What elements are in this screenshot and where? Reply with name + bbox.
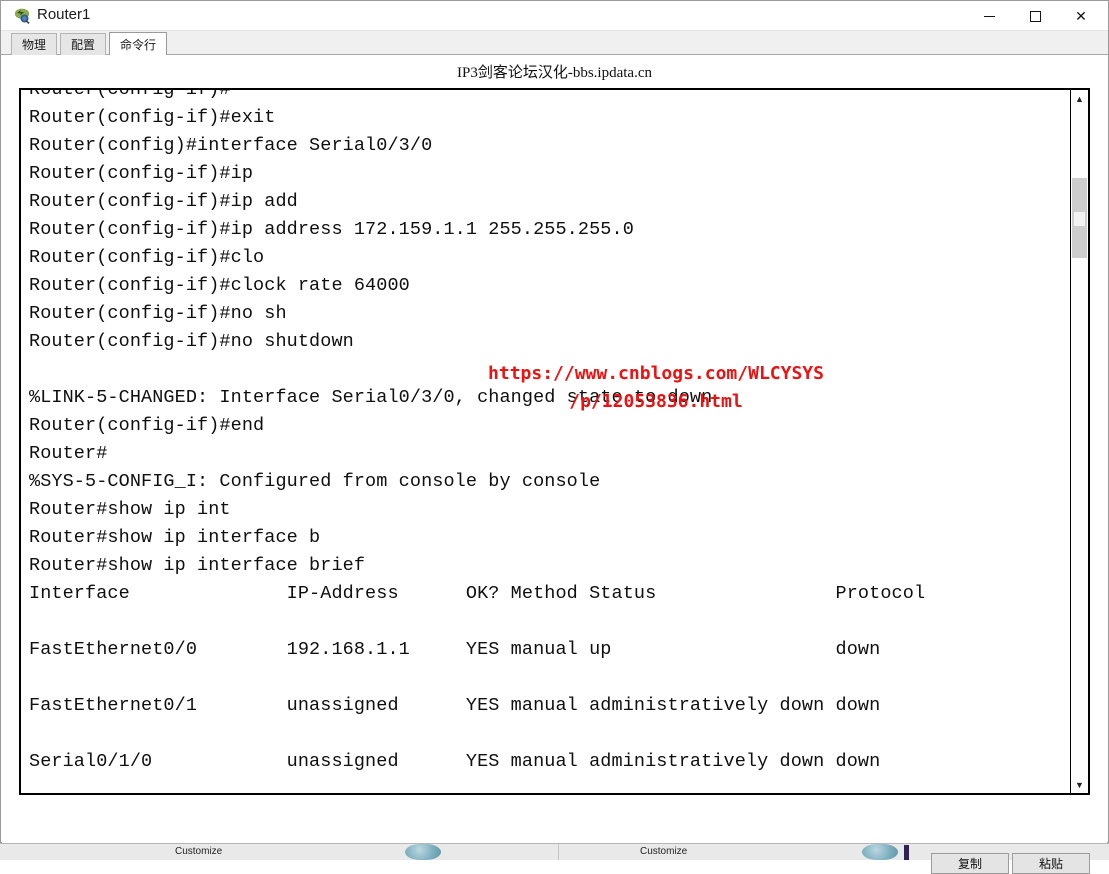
dark-divider	[904, 845, 909, 860]
terminal-line: Router(config-if)#exit	[29, 107, 276, 128]
title-bar: Router1 ✕	[1, 1, 1108, 31]
scrollbar-thumb-grip	[1074, 212, 1085, 226]
cli-heading: IP3剑客论坛汉化-bbs.ipdata.cn	[457, 65, 652, 81]
scroll-down-button[interactable]: ▼	[1071, 776, 1088, 793]
router-icon	[15, 8, 30, 24]
scroll-up-button[interactable]: ▲	[1071, 90, 1088, 107]
terminal-line: %LINK-5-CHANGED: Interface Serial0/3/0, …	[29, 387, 713, 408]
terminal-line: Router(config-if)#clo	[29, 247, 265, 268]
terminal-line: Router(config-if)#clock rate 64000	[29, 275, 410, 296]
tab-config[interactable]: 配置	[60, 33, 107, 55]
terminal-line: Interface IP-Address OK? Method Status P…	[29, 583, 926, 604]
maximize-icon	[1029, 10, 1041, 22]
customize-label-right[interactable]: Customize	[640, 846, 687, 857]
terminal-line: Router(config)#interface Serial0/3/0	[29, 135, 433, 156]
close-button[interactable]: ✕	[1058, 1, 1104, 31]
terminal-line: Serial0/1/0 unassigned YES manual admini…	[29, 751, 881, 772]
terminal-line: %SYS-5-CONFIG_I: Configured from console…	[29, 471, 601, 492]
paste-button-label: 粘贴	[1038, 857, 1063, 871]
terminal-line: Router(config-if)#end	[29, 415, 265, 436]
terminal-line: FastEthernet0/1 unassigned YES manual ad…	[29, 695, 881, 716]
copy-button-label: 复制	[957, 857, 982, 871]
terminal-line: Router(config-if)#ip	[29, 163, 254, 184]
tab-cli[interactable]: 命令行	[109, 32, 168, 55]
router1-window: Router1 ✕ 物理 配置 命令行 IP3剑客论坛汉化-bbs.ipdata…	[0, 0, 1109, 874]
close-icon: ✕	[1075, 8, 1087, 24]
terminal-line: FastEthernet0/0 192.168.1.1 YES manual u…	[29, 639, 881, 660]
chevron-down-icon: ▼	[1075, 779, 1084, 790]
minimize-icon	[983, 15, 995, 17]
tab-bar: 物理 配置 命令行	[1, 31, 1108, 55]
terminal-line: Router#show ip int	[29, 499, 231, 520]
cli-pane: IP3剑客论坛汉化-bbs.ipdata.cn Router(config-if…	[2, 55, 1107, 874]
paste-button[interactable]: 粘贴	[1012, 853, 1090, 874]
window-title: Router1	[37, 6, 91, 23]
customize-label-left[interactable]: Customize	[175, 846, 222, 857]
terminal-line: Router(config-if)#ip add	[29, 191, 298, 212]
terminal-line: Router#	[29, 443, 108, 464]
globe-icon-right	[862, 844, 898, 860]
terminal-line: Router(config-if)#no sh	[29, 303, 287, 324]
maximize-button[interactable]	[1012, 1, 1058, 31]
terminal-output[interactable]: Router(config-if)# Router(config-if)#exit…	[19, 88, 1090, 795]
tab-physical-label: 物理	[22, 38, 47, 52]
terminal-line: Router(config-if)#ip address 172.159.1.1…	[29, 219, 634, 240]
terminal-line: Router(config-if)#no shutdown	[29, 331, 354, 352]
scrollbar-thumb[interactable]	[1072, 178, 1087, 258]
chevron-up-icon: ▲	[1075, 93, 1084, 104]
copy-button[interactable]: 复制	[931, 853, 1009, 874]
tab-physical[interactable]: 物理	[11, 33, 58, 55]
terminal-line: Router#show ip interface brief	[29, 555, 366, 576]
terminal-text: Router(config-if)# Router(config-if)#exit…	[29, 88, 1088, 776]
terminal-line: Router(config-if)#	[29, 88, 231, 100]
minimize-button[interactable]	[966, 1, 1012, 31]
tab-config-label: 配置	[71, 38, 96, 52]
terminal-scrollbar[interactable]: ▲ ▼	[1070, 90, 1088, 793]
tab-cli-label: 命令行	[120, 37, 157, 52]
globe-icon-left	[405, 844, 441, 860]
terminal-line: Router#show ip interface b	[29, 527, 321, 548]
